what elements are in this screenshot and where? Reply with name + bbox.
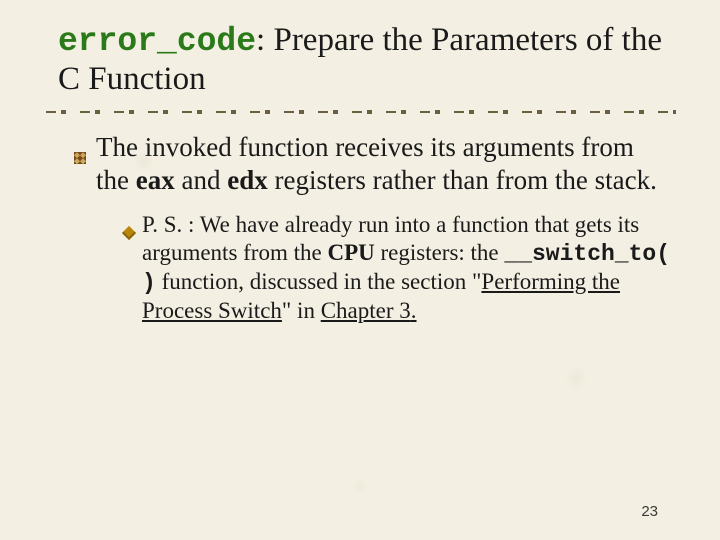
bullet2-line2a: function, discussed in the section "	[156, 269, 482, 294]
bullet2-icon	[124, 211, 142, 325]
slide: error_code: Prepare the Parameters of th…	[0, 0, 720, 540]
bullet2-cpu: CPU	[327, 240, 374, 265]
bullet1-reg-eax: eax	[136, 165, 175, 195]
bullet2-text: P. S. : We have already run into a funct…	[142, 211, 672, 325]
bullet1-reg-edx: edx	[227, 165, 268, 195]
bullet1-mid: and	[175, 165, 227, 195]
bullet1-text: The invoked function receives its argume…	[96, 131, 672, 197]
bullet2-ps: P. S.	[142, 212, 188, 237]
bullet2-line2b: " in	[282, 298, 321, 323]
bullet2-line1b: registers: the	[375, 240, 505, 265]
bullet1-icon	[74, 131, 96, 197]
title-code: error_code	[58, 23, 256, 60]
bullet-level1: The invoked function receives its argume…	[74, 131, 672, 197]
divider	[46, 109, 676, 115]
bullet1-post: registers rather than from the stack.	[268, 165, 657, 195]
bullet2-dot: .	[411, 298, 417, 323]
slide-title: error_code: Prepare the Parameters of th…	[58, 22, 672, 99]
bullet-level2: P. S. : We have already run into a funct…	[124, 211, 672, 325]
bullet2-link-chapter: Chapter 3	[321, 298, 411, 323]
page-number: 23	[641, 503, 658, 520]
title-sep: :	[256, 22, 273, 58]
